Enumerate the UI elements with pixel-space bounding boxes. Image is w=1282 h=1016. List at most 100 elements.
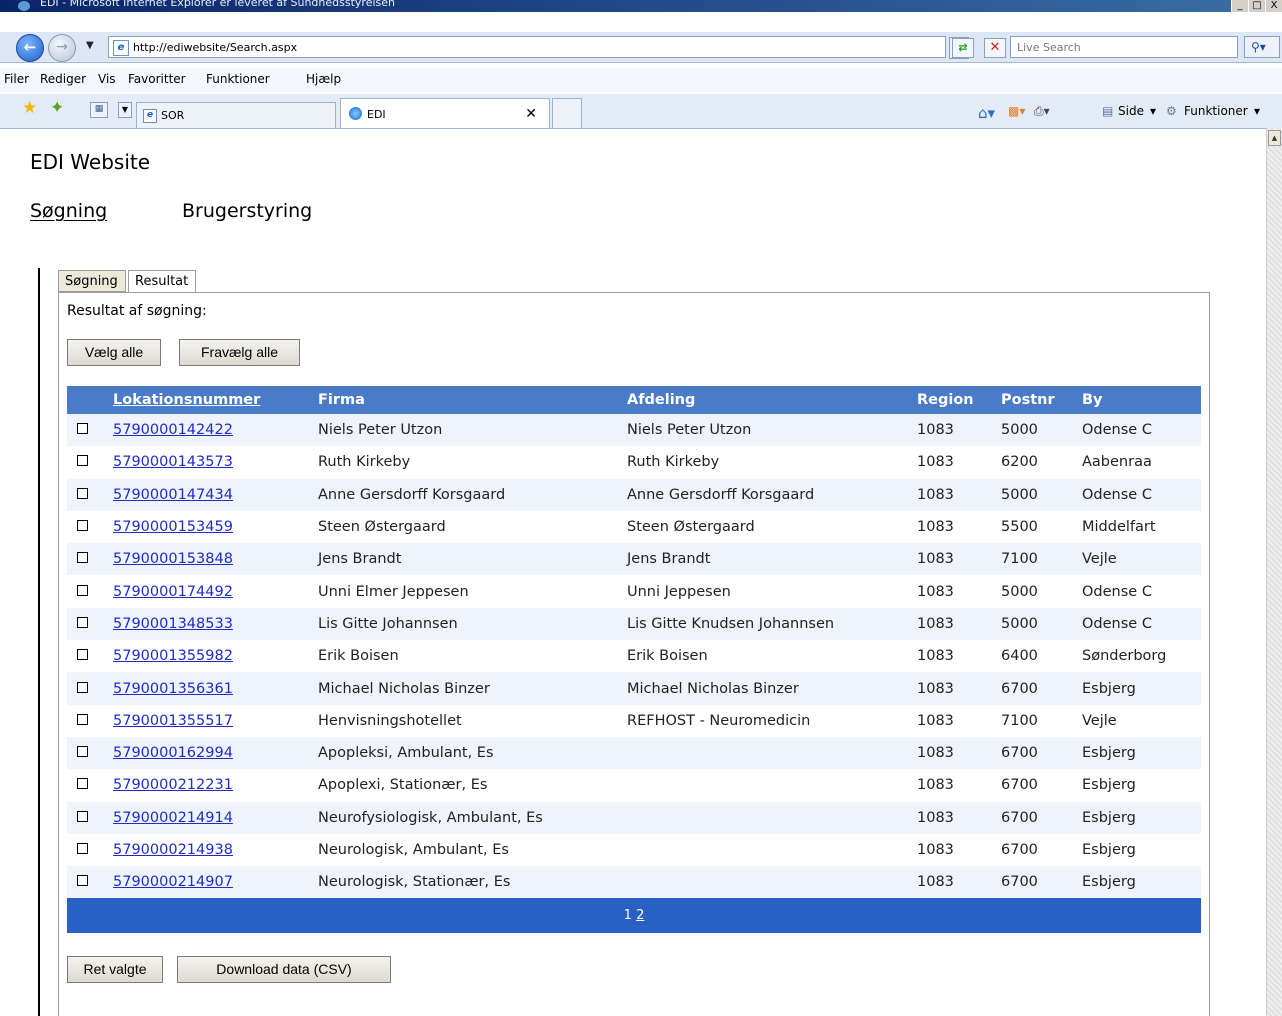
tabs-bar: ★ ✦ ▦ ▼ e SOR EDI ✕ ⌂▾ ▩▾ ⎙▾ ▤ Side ▾ ⚙ … [0, 94, 1282, 129]
lokationsnummer-link[interactable]: 5790001355982 [113, 648, 233, 664]
lokationsnummer-link[interactable]: 5790000214938 [113, 842, 233, 858]
lokationsnummer-link[interactable]: 5790000214907 [113, 874, 233, 890]
tab-resultat[interactable]: Resultat [128, 270, 196, 293]
home-icon[interactable]: ⌂▾ [978, 104, 995, 122]
lokationsnummer-link[interactable]: 5790001348533 [113, 616, 233, 632]
row-checkbox[interactable] [77, 843, 88, 854]
deselect-all-button[interactable]: Fravælg alle [179, 339, 300, 366]
close-tab-icon[interactable]: ✕ [525, 106, 537, 122]
close-window-button[interactable]: X [1265, 0, 1282, 12]
row-checkbox[interactable] [77, 746, 88, 758]
row-checkbox[interactable] [77, 875, 88, 887]
row-checkbox[interactable] [77, 552, 88, 564]
refresh-icon[interactable]: ⇄ [952, 38, 974, 58]
cell-firma: Lis Gitte Johannsen [318, 607, 627, 641]
cell-afdeling [627, 769, 917, 801]
scroll-up-icon[interactable]: ▲ [1268, 130, 1281, 146]
row-checkbox[interactable] [77, 423, 88, 435]
cell-region: 1083 [917, 454, 954, 471]
row-checkbox[interactable] [77, 778, 88, 790]
cell-by: Middelfart [1082, 519, 1156, 536]
cell-afdeling: Unni Jeppesen [627, 583, 731, 600]
cell-region: 1083 [917, 583, 954, 600]
row-checkbox[interactable] [77, 681, 88, 693]
row-checkbox[interactable] [77, 649, 88, 661]
cell-by: Esbjerg [1082, 801, 1201, 834]
favorites-star-icon[interactable]: ★ [22, 98, 37, 118]
lokationsnummer-link[interactable]: 5790000147434 [113, 487, 233, 503]
page-menu-label[interactable]: Side [1118, 104, 1144, 118]
quick-tabs-icon[interactable]: ▦ [90, 102, 108, 118]
menu-favoritter[interactable]: Favoritter [128, 72, 186, 86]
table-row: 5790000214938 Neurologisk, Ambulant, Es 10… [67, 834, 1201, 866]
page-menu-icon[interactable]: ▤ [1102, 104, 1113, 118]
cell-firma: Neurologisk, Ambulant, Es [318, 842, 509, 858]
history-dropdown-icon[interactable]: ▼ [86, 40, 94, 51]
address-url: http://ediwebsite/Search.aspx [133, 41, 298, 54]
row-checkbox[interactable] [77, 810, 88, 822]
sort-lokationsnummer-link[interactable]: Lokationsnummer [113, 392, 260, 408]
menu-bar: Filer Rediger Vis Favoritter Funktioner … [0, 68, 1282, 92]
forward-button[interactable]: → [48, 34, 76, 62]
lokationsnummer-link[interactable]: 5790000142422 [113, 422, 233, 438]
lokationsnummer-link[interactable]: 5790000153459 [113, 519, 233, 535]
tab-list-dropdown-icon[interactable]: ▼ [118, 102, 132, 118]
lokationsnummer-link[interactable]: 5790000174492 [113, 584, 233, 600]
cell-afdeling: REFHOST - Neuromedicin [627, 712, 811, 729]
cell-afdeling [627, 866, 917, 899]
select-all-button[interactable]: Vælg alle [67, 339, 161, 366]
live-search-input[interactable]: Live Search [1010, 36, 1238, 58]
tab-edi-label: EDI [367, 108, 386, 121]
lokationsnummer-link[interactable]: 5790000214914 [113, 810, 233, 826]
row-checkbox[interactable] [77, 584, 88, 596]
table-row: 5790000212231 Apoplexi, Stationær, Es 1083… [67, 769, 1201, 801]
tab-edi[interactable]: EDI ✕ [340, 98, 550, 128]
menu-hjaelp[interactable]: Hjælp [306, 72, 341, 86]
cell-region: 1083 [917, 543, 1001, 576]
tab-sogning[interactable]: Søgning [58, 270, 126, 292]
lokationsnummer-link[interactable]: 5790000143573 [113, 454, 233, 470]
tab-sor[interactable]: e SOR [136, 102, 336, 128]
add-favorite-icon[interactable]: ✦ [50, 98, 64, 118]
nav-sogning[interactable]: Søgning [30, 200, 107, 222]
menu-rediger[interactable]: Rediger [40, 72, 86, 86]
cell-afdeling: Michael Nicholas Binzer [627, 672, 917, 705]
print-icon[interactable]: ⎙▾ [1034, 104, 1050, 119]
cell-region: 1083 [917, 801, 1001, 834]
lokationsnummer-link[interactable]: 5790001355517 [113, 713, 233, 729]
nav-brugerstyring[interactable]: Brugerstyring [182, 200, 312, 222]
row-checkbox[interactable] [77, 520, 88, 532]
cell-region: 1083 [917, 866, 1001, 899]
page-2-link[interactable]: 2 [636, 908, 644, 923]
page-icon: e [113, 40, 129, 56]
lokationsnummer-link[interactable]: 5790000212231 [113, 777, 233, 793]
address-field[interactable]: e http://ediwebsite/Search.aspx ▼ [108, 36, 969, 59]
row-checkbox[interactable] [77, 487, 88, 499]
cell-postnr: 6700 [1001, 777, 1038, 794]
row-checkbox[interactable] [77, 713, 88, 725]
back-button[interactable]: ← [16, 34, 44, 62]
menu-funktioner[interactable]: Funktioner [206, 72, 270, 86]
minimize-button[interactable]: _ [1231, 0, 1248, 12]
search-icon[interactable]: ⚲▾ [1244, 36, 1280, 58]
header-lokationsnummer[interactable]: Lokationsnummer [113, 386, 318, 414]
menu-vis[interactable]: Vis [98, 72, 116, 86]
vertical-scrollbar[interactable]: ▲ [1266, 128, 1282, 1016]
feeds-icon[interactable]: ▩▾ [1008, 104, 1025, 118]
row-checkbox[interactable] [77, 616, 88, 628]
tools-menu-label[interactable]: Funktioner [1184, 104, 1248, 118]
cell-postnr: 6200 [1001, 454, 1038, 471]
edit-selected-button[interactable]: Ret valgte [67, 956, 163, 983]
lokationsnummer-link[interactable]: 5790001356361 [113, 681, 233, 697]
tools-gear-icon[interactable]: ⚙ [1166, 104, 1177, 118]
maximize-button[interactable]: □ [1248, 0, 1265, 12]
lokationsnummer-link[interactable]: 5790000153848 [113, 551, 233, 567]
lokationsnummer-link[interactable]: 5790000162994 [113, 745, 233, 761]
menu-filer[interactable]: Filer [4, 72, 29, 86]
download-csv-button[interactable]: Download data (CSV) [177, 956, 391, 983]
row-checkbox[interactable] [77, 455, 88, 467]
new-tab-button[interactable] [552, 98, 582, 128]
cell-by: Odense C [1082, 583, 1152, 600]
table-row: 5790000153459 Steen Østergaard Steen Øster… [67, 511, 1201, 543]
stop-icon[interactable]: ✕ [984, 38, 1006, 58]
